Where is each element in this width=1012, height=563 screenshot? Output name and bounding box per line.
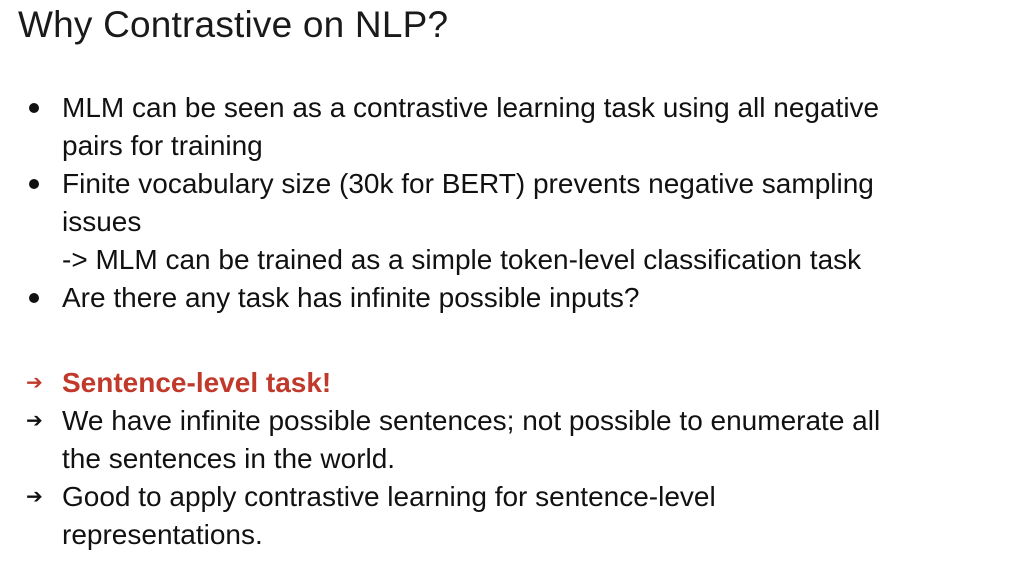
bullet-item: MLM can be seen as a contrastive learnin… (24, 89, 1009, 165)
bullet-text-line: Are there any task has infinite possible… (62, 282, 640, 313)
bullet-dot-icon (29, 179, 39, 189)
arrow-text-line: Good to apply contrastive learning for s… (62, 481, 716, 512)
arrow-text-line: representations. (62, 519, 263, 550)
bullet-text-line: -> MLM can be trained as a simple token-… (62, 244, 862, 275)
arrow-right-icon: ➔ (26, 486, 43, 508)
arrow-text-line: We have infinite possible sentences; not… (62, 405, 881, 436)
arrow-list: ➔ Sentence-level task! ➔ We have infinit… (24, 364, 1009, 554)
bullet-item: Finite vocabulary size (30k for BERT) pr… (24, 165, 1009, 279)
arrow-item-highlight: ➔ Sentence-level task! (24, 364, 1009, 402)
highlight-text-line: Sentence-level task! (62, 367, 332, 398)
bullet-dot-icon (29, 293, 39, 303)
arrow-item: ➔ We have infinite possible sentences; n… (24, 402, 1009, 478)
arrow-item: ➔ Good to apply contrastive learning for… (24, 478, 1009, 554)
arrow-right-icon: ➔ (26, 410, 43, 432)
arrow-text-line: the sentences in the world. (62, 443, 396, 474)
bullet-text-line: MLM can be seen as a contrastive learnin… (62, 92, 880, 123)
bullet-item: Are there any task has infinite possible… (24, 279, 1009, 317)
bullet-text-line: pairs for training (62, 130, 263, 161)
slide-title: Why Contrastive on NLP? (18, 4, 449, 45)
bullet-dot-icon (29, 103, 39, 113)
arrow-right-icon: ➔ (26, 372, 43, 394)
bullet-list: MLM can be seen as a contrastive learnin… (24, 89, 1009, 317)
bullet-text-line: Finite vocabulary size (30k for BERT) pr… (62, 168, 874, 199)
bullet-text-line: issues (62, 206, 142, 237)
slide: Why Contrastive on NLP? MLM can be seen … (0, 0, 1012, 563)
